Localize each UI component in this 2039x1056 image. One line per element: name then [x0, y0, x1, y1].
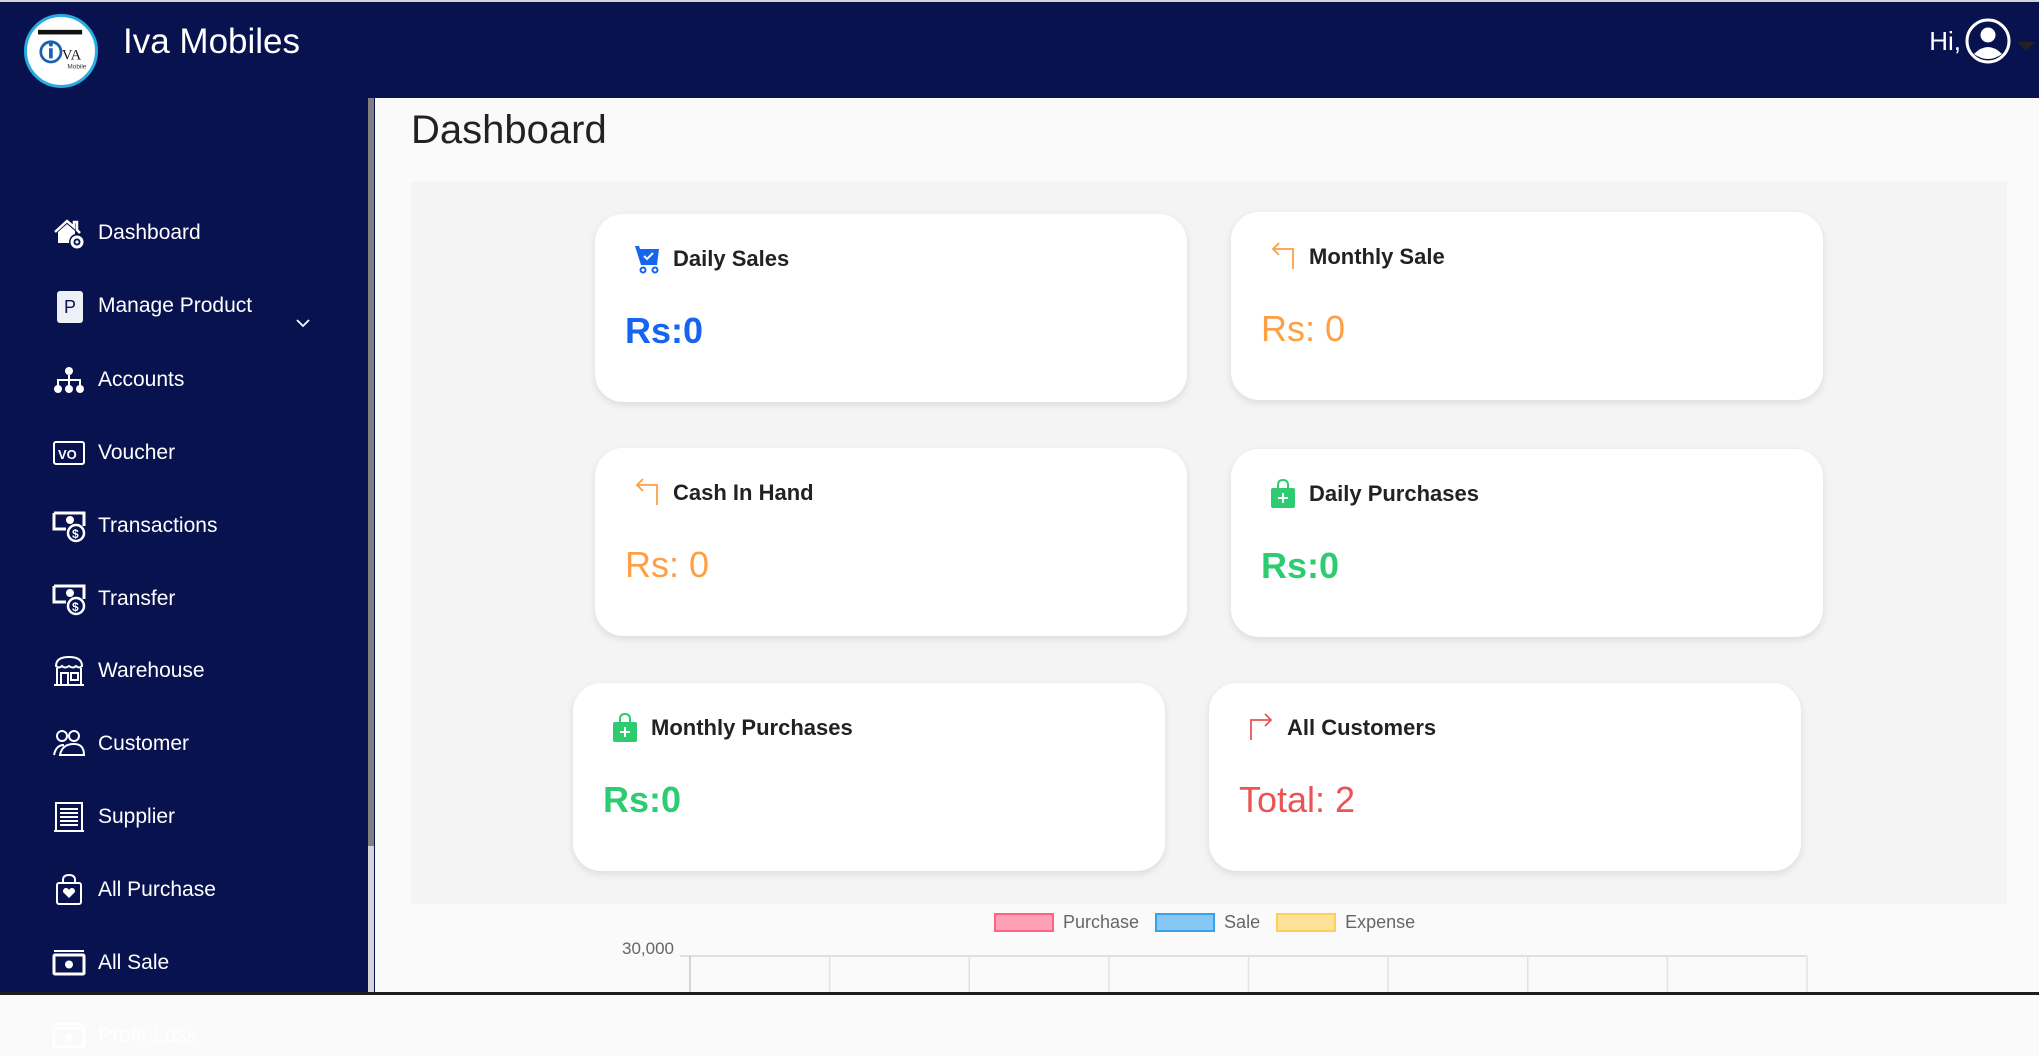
card-value: Rs:0: [603, 779, 682, 820]
bag-plus-icon: [611, 711, 639, 745]
sidebar-item-all-sale[interactable]: All Sale: [52, 943, 169, 983]
card-cash-in-hand[interactable]: Cash In Hand Rs: 0: [595, 448, 1187, 636]
sidebar-item-dashboard[interactable]: Dashboard: [52, 213, 201, 253]
sidebar-item-label: Profit Loss: [98, 1024, 198, 1047]
legend-swatch-sale: [1155, 913, 1216, 932]
sidebar-item-label: Manage Product: [98, 294, 253, 317]
legend-label: Purchase: [1063, 912, 1140, 932]
svg-text:P: P: [64, 297, 76, 317]
card-daily-purchases[interactable]: Daily Purchases Rs:0: [1231, 449, 1823, 637]
sidebar-item-all-purchase[interactable]: All Purchase: [52, 870, 216, 910]
legend-label: Expense: [1345, 912, 1416, 932]
top-header: VA Mobile Iva Mobiles Hi,: [0, 2, 2039, 98]
sidebar-item-label: Accounts: [98, 368, 185, 391]
arrow-return-right-icon: [1247, 711, 1275, 745]
sidebar-item-label: Dashboard: [98, 221, 201, 244]
svg-text:VA: VA: [62, 47, 82, 63]
sidebar-item-label: All Purchase: [98, 878, 216, 901]
app-title: Iva Mobiles: [123, 22, 301, 61]
legend-swatch-expense: [1276, 913, 1337, 932]
cash-icon: [52, 1019, 86, 1053]
sidebar-item-label: Warehouse: [98, 659, 205, 682]
money-dollar-icon: $: [52, 509, 86, 543]
brand-logo[interactable]: VA Mobile: [24, 14, 98, 88]
svg-text:Mobile: Mobile: [67, 63, 86, 70]
card-monthly-sale[interactable]: Monthly Sale Rs: 0: [1231, 212, 1823, 400]
legend-item-purchase[interactable]: Purchase: [994, 912, 1139, 933]
card-value: Rs: 0: [1261, 308, 1346, 349]
legend-item-sale[interactable]: Sale: [1155, 912, 1260, 933]
store-icon: [52, 654, 86, 688]
money-dollar-icon: $: [52, 582, 86, 616]
sidebar-item-profit-loss[interactable]: Profit Loss: [52, 1016, 197, 1056]
user-menu[interactable]: Hi,: [1929, 18, 2039, 64]
svg-text:$: $: [72, 600, 79, 614]
card-monthly-purchases[interactable]: Monthly Purchases Rs:0: [573, 683, 1165, 871]
sidebar-item-label: All Sale: [98, 951, 170, 974]
sidebar-item-label: Voucher: [98, 441, 176, 464]
bag-plus-icon: [1269, 477, 1297, 511]
iva-logo-icon: VA Mobile: [38, 29, 87, 70]
page-title: Dashboard: [411, 108, 607, 152]
product-p-icon: P: [52, 289, 86, 323]
bar-chart: 30,000: [622, 939, 1808, 992]
card-all-customers[interactable]: All Customers Total: 2: [1209, 683, 1801, 871]
sidebar-item-label: Transactions: [98, 514, 218, 537]
legend-label: Sale: [1224, 912, 1261, 932]
card-title: Daily Sales: [673, 246, 790, 271]
sidebar-item-label: Customer: [98, 732, 190, 755]
sidebar-item-manage-product[interactable]: P Manage Product: [52, 286, 252, 326]
bag-heart-icon: [52, 873, 86, 907]
sidebar-item-voucher[interactable]: VO Voucher: [52, 433, 175, 473]
card-title: Monthly Purchases: [651, 715, 853, 740]
card-value: Rs:0: [625, 310, 704, 351]
card-value: Rs: 0: [625, 544, 710, 585]
chevron-down-icon[interactable]: [2017, 41, 2035, 51]
sidebar-item-label: Supplier: [98, 805, 176, 828]
y-tick-label: 30,000: [622, 939, 674, 958]
sidebar-item-accounts[interactable]: Accounts: [52, 360, 184, 400]
arrow-return-left-icon: [633, 476, 661, 510]
receipt-list-icon: [52, 800, 86, 834]
card-value: Total: 2: [1239, 779, 1356, 820]
chart-legend: Purchase Sale Expense: [994, 912, 1431, 933]
sidebar: Dashboard P Manage Product Accounts VO V…: [0, 98, 368, 1049]
svg-text:$: $: [72, 527, 79, 541]
sidebar-item-transactions[interactable]: $ Transactions: [52, 506, 217, 546]
arrow-return-left-icon: [1269, 240, 1297, 274]
sitemap-icon: [52, 363, 86, 397]
card-title: Cash In Hand: [673, 480, 814, 505]
home-gear-icon: [52, 216, 86, 250]
card-value: Rs:0: [1261, 545, 1340, 586]
cash-icon: [52, 946, 86, 980]
chevron-down-icon[interactable]: [294, 314, 312, 332]
user-avatar-icon[interactable]: [1965, 18, 2011, 64]
greeting-text: Hi,: [1929, 25, 1961, 56]
card-title: Daily Purchases: [1309, 481, 1479, 506]
sidebar-item-supplier[interactable]: Supplier: [52, 797, 175, 837]
legend-swatch-purchase: [994, 913, 1054, 932]
card-title: Monthly Sale: [1309, 244, 1445, 269]
users-icon: [52, 727, 86, 761]
svg-text:VO: VO: [58, 447, 77, 462]
sidebar-item-customer[interactable]: Customer: [52, 724, 189, 764]
card-title: All Customers: [1287, 715, 1437, 740]
voucher-icon: VO: [52, 436, 86, 470]
card-daily-sales[interactable]: Daily Sales Rs:0: [595, 214, 1187, 402]
sidebar-item-label: Transfer: [98, 587, 176, 610]
sidebar-item-transfer[interactable]: $ Transfer: [52, 579, 175, 619]
legend-item-expense[interactable]: Expense: [1276, 912, 1415, 933]
chart-grid: [680, 955, 1808, 992]
sidebar-item-warehouse[interactable]: Warehouse: [52, 651, 205, 691]
cart-check-icon: [633, 242, 661, 276]
